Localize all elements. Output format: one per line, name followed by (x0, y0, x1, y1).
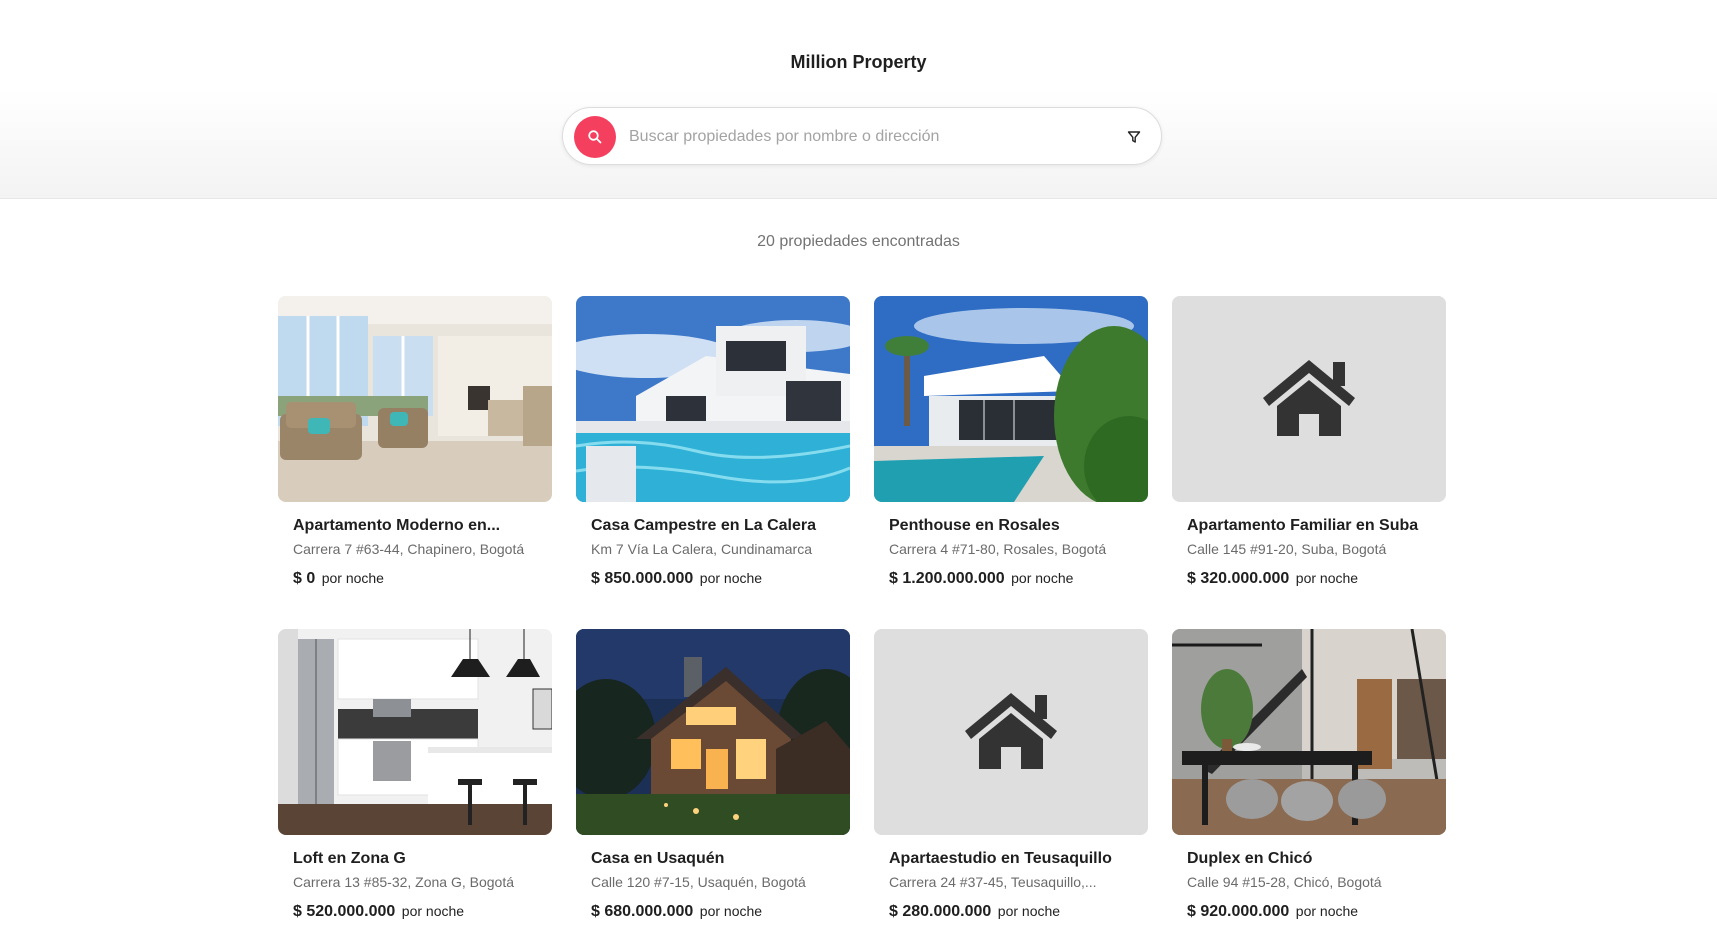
dining-room-photo (1172, 629, 1446, 835)
property-card[interactable]: Casa en Usaquén Calle 120 #7-15, Usaquén… (576, 629, 850, 924)
home-icon (874, 629, 1148, 835)
property-price: $ 920.000.000 (1187, 903, 1290, 920)
property-image[interactable] (576, 296, 850, 502)
property-title: Penthouse en Rosales (889, 517, 1060, 534)
price-unit: por noche (401, 903, 465, 919)
property-card[interactable]: Apartamento Familiar en Suba Calle 145 #… (1172, 296, 1446, 591)
property-title: Apartamento Familiar en Suba (1187, 517, 1419, 534)
property-price: $ 0 (293, 570, 316, 587)
property-title: Apartaestudio en Teusaquillo (889, 850, 1112, 867)
property-title: Apartamento Moderno en... (293, 517, 501, 534)
price-unit: por noche (1295, 570, 1359, 586)
property-image[interactable] (576, 629, 850, 835)
search-input[interactable] (629, 122, 1099, 152)
search-button[interactable] (574, 116, 616, 158)
price-unit: por noche (1295, 903, 1359, 919)
property-address: Calle 94 #15-28, Chicó, Bogotá (1187, 874, 1382, 890)
property-address: Carrera 13 #85-32, Zona G, Bogotá (293, 874, 515, 890)
kitchen-photo (278, 629, 552, 835)
property-price: $ 520.000.000 (293, 903, 396, 920)
property-address: Carrera 24 #37-45, Teusaquillo,... (889, 874, 1097, 890)
property-address: Carrera 4 #71-80, Rosales, Bogotá (889, 541, 1107, 557)
property-card[interactable]: Duplex en Chicó Calle 94 #15-28, Chicó, … (1172, 629, 1446, 924)
property-title: Loft en Zona G (293, 850, 406, 867)
search-icon (588, 130, 602, 144)
pool-villa-photo (576, 296, 850, 502)
property-image[interactable] (1172, 629, 1446, 835)
property-card[interactable]: Casa Campestre en La Calera Km 7 Vía La … (576, 296, 850, 591)
property-price: $ 680.000.000 (591, 903, 694, 920)
property-price: $ 1.200.000.000 (889, 570, 1005, 587)
property-title: Casa Campestre en La Calera (591, 517, 816, 534)
property-card[interactable]: Penthouse en Rosales Carrera 4 #71-80, R… (874, 296, 1148, 591)
filter-icon (1127, 131, 1141, 143)
property-image[interactable] (1172, 296, 1446, 502)
property-address: Km 7 Vía La Calera, Cundinamarca (591, 541, 812, 557)
brand-title: Million Property (790, 52, 927, 72)
living-room-photo (278, 296, 552, 502)
price-unit: por noche (699, 903, 763, 919)
search-bar[interactable] (562, 107, 1162, 165)
property-price: $ 850.000.000 (591, 570, 694, 587)
property-image[interactable] (874, 296, 1148, 502)
property-title: Duplex en Chicó (1187, 850, 1313, 867)
price-unit: por noche (699, 570, 763, 586)
property-address: Calle 120 #7-15, Usaquén, Bogotá (591, 874, 806, 890)
price-unit: por noche (997, 903, 1061, 919)
header: Million Property (0, 0, 1717, 199)
night-cabin-photo (576, 629, 850, 835)
results-count: 20 propiedades encontradas (757, 233, 960, 250)
price-unit: por noche (1011, 570, 1074, 586)
property-address: Carrera 7 #63-44, Chapinero, Bogotá (293, 541, 525, 557)
home-icon (1172, 296, 1446, 502)
property-title: Casa en Usaquén (591, 850, 725, 867)
property-image[interactable] (874, 629, 1148, 835)
property-image[interactable] (278, 296, 552, 502)
property-price: $ 320.000.000 (1187, 570, 1290, 587)
property-card[interactable]: Apartaestudio en Teusaquillo Carrera 24 … (874, 629, 1148, 924)
filter-button[interactable] (1121, 124, 1147, 150)
property-card[interactable]: Apartamento Moderno en... Carrera 7 #63-… (278, 296, 552, 591)
modern-house-pool-photo (874, 296, 1148, 502)
property-price: $ 280.000.000 (889, 903, 992, 920)
property-card[interactable]: Loft en Zona G Carrera 13 #85-32, Zona G… (278, 629, 552, 924)
price-unit: por noche (321, 570, 384, 586)
listings-grid: Apartamento Moderno en... Carrera 7 #63-… (278, 296, 1446, 924)
property-address: Calle 145 #91-20, Suba, Bogotá (1187, 541, 1387, 557)
property-image[interactable] (278, 629, 552, 835)
